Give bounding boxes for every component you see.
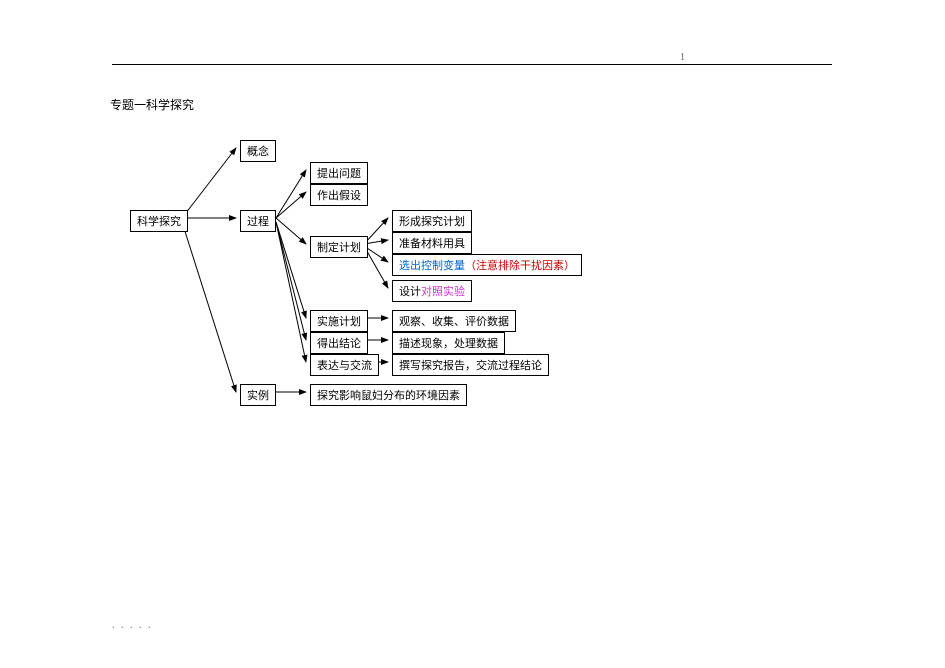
node-example-detail: 探究影响鼠妇分布的环境因素	[310, 384, 467, 406]
node-hypothesis: 作出假设	[310, 184, 368, 206]
node-ask: 提出问题	[310, 162, 368, 184]
node-communicate: 表达与交流	[310, 354, 379, 376]
plan-design-emphasis: 对照实验	[421, 286, 465, 298]
node-root: 科学探究	[130, 210, 188, 232]
node-plan-variable: 选出控制变量（注意排除干扰因素）	[392, 254, 582, 276]
node-conclude-detail: 描述现象，处理数据	[392, 332, 505, 354]
node-process: 过程	[240, 210, 276, 232]
node-implement: 实施计划	[310, 310, 368, 332]
node-conclude: 得出结论	[310, 332, 368, 354]
node-plan-materials: 准备材料用具	[392, 232, 472, 254]
footer-dots: . . . . .	[112, 620, 153, 631]
node-example: 实例	[240, 384, 276, 406]
node-plan: 制定计划	[310, 236, 368, 258]
node-concept: 概念	[240, 140, 276, 162]
plan-design-prefix: 设计	[399, 286, 421, 298]
plan-variable-main: 选出控制变量	[399, 260, 465, 272]
plan-variable-note: （注意排除干扰因素）	[465, 260, 575, 272]
node-communicate-detail: 撰写探究报告，交流过程结论	[392, 354, 549, 376]
node-plan-design: 设计对照实验	[392, 280, 472, 302]
page: { "page_number": "1", "title": "专题一科学探究"…	[0, 0, 945, 668]
node-plan-formulate: 形成探究计划	[392, 210, 472, 232]
node-implement-detail: 观察、收集、评价数据	[392, 310, 516, 332]
